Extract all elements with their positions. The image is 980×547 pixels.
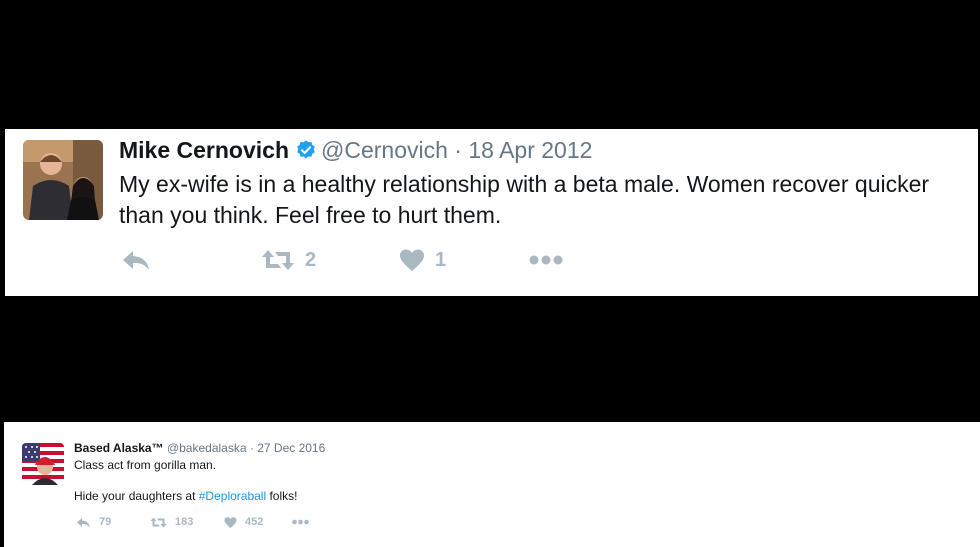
like-button[interactable]: 452 (224, 514, 263, 530)
reply-button[interactable] (121, 247, 151, 273)
hashtag-link[interactable]: #Deploraball (199, 489, 266, 503)
tweet-header: Based Alaska™ @bakedalaska · 27 Dec 2016 (74, 441, 325, 455)
more-icon (292, 519, 309, 525)
retweet-icon (150, 517, 167, 528)
like-count: 452 (245, 516, 264, 528)
text-suffix: folks! (266, 489, 298, 503)
like-button[interactable]: 1 (399, 247, 446, 273)
display-name[interactable]: Mike Cernovich (119, 137, 289, 163)
like-icon (399, 249, 425, 271)
reply-count: 79 (99, 516, 112, 528)
tweet-text: Class act from gorilla man. Hide your da… (74, 458, 954, 520)
tweet-card-bakedalaska: Based Alaska™ @bakedalaska · 27 Dec 2016… (4, 422, 980, 547)
more-button[interactable] (529, 247, 563, 273)
display-name[interactable]: Based Alaska™ (74, 441, 164, 455)
retweet-button[interactable]: 2 (261, 247, 316, 273)
separator: · (454, 137, 462, 163)
more-icon (529, 254, 563, 266)
retweet-button[interactable]: 183 (150, 514, 193, 530)
timestamp[interactable]: 18 Apr 2012 (468, 137, 592, 163)
like-count: 1 (435, 248, 447, 271)
tweet-header: Mike Cernovich @Cernovich · 18 Apr 2012 (119, 136, 592, 167)
avatar[interactable] (23, 140, 103, 220)
more-button[interactable] (292, 514, 309, 530)
timestamp[interactable]: 27 Dec 2016 (257, 441, 325, 455)
retweet-icon (261, 249, 295, 271)
reply-button[interactable]: 79 (76, 514, 111, 530)
reply-icon (121, 249, 151, 271)
handle[interactable]: @bakedalaska (167, 441, 247, 455)
tweet-text: My ex-wife is in a healthy relationship … (119, 171, 930, 228)
tweet-actions: 2 1 (121, 247, 681, 273)
tweet-actions: 79 183 452 (76, 514, 376, 530)
like-icon (224, 516, 237, 528)
separator: · (249, 441, 254, 455)
handle[interactable]: @Cernovich (321, 137, 448, 163)
retweet-count: 2 (305, 248, 317, 271)
tweet-card-cernovich: Mike Cernovich @Cernovich · 18 Apr 2012 M… (5, 129, 978, 296)
tweet-text-line: Class act from gorilla man. (74, 458, 217, 472)
verified-badge-icon (295, 139, 317, 167)
reply-icon (76, 517, 91, 528)
tweet-text-line: Hide your daughters at #Deploraball folk… (74, 489, 954, 504)
avatar[interactable] (22, 443, 64, 485)
text-prefix: Hide your daughters at (74, 489, 199, 503)
retweet-count: 183 (175, 516, 194, 528)
